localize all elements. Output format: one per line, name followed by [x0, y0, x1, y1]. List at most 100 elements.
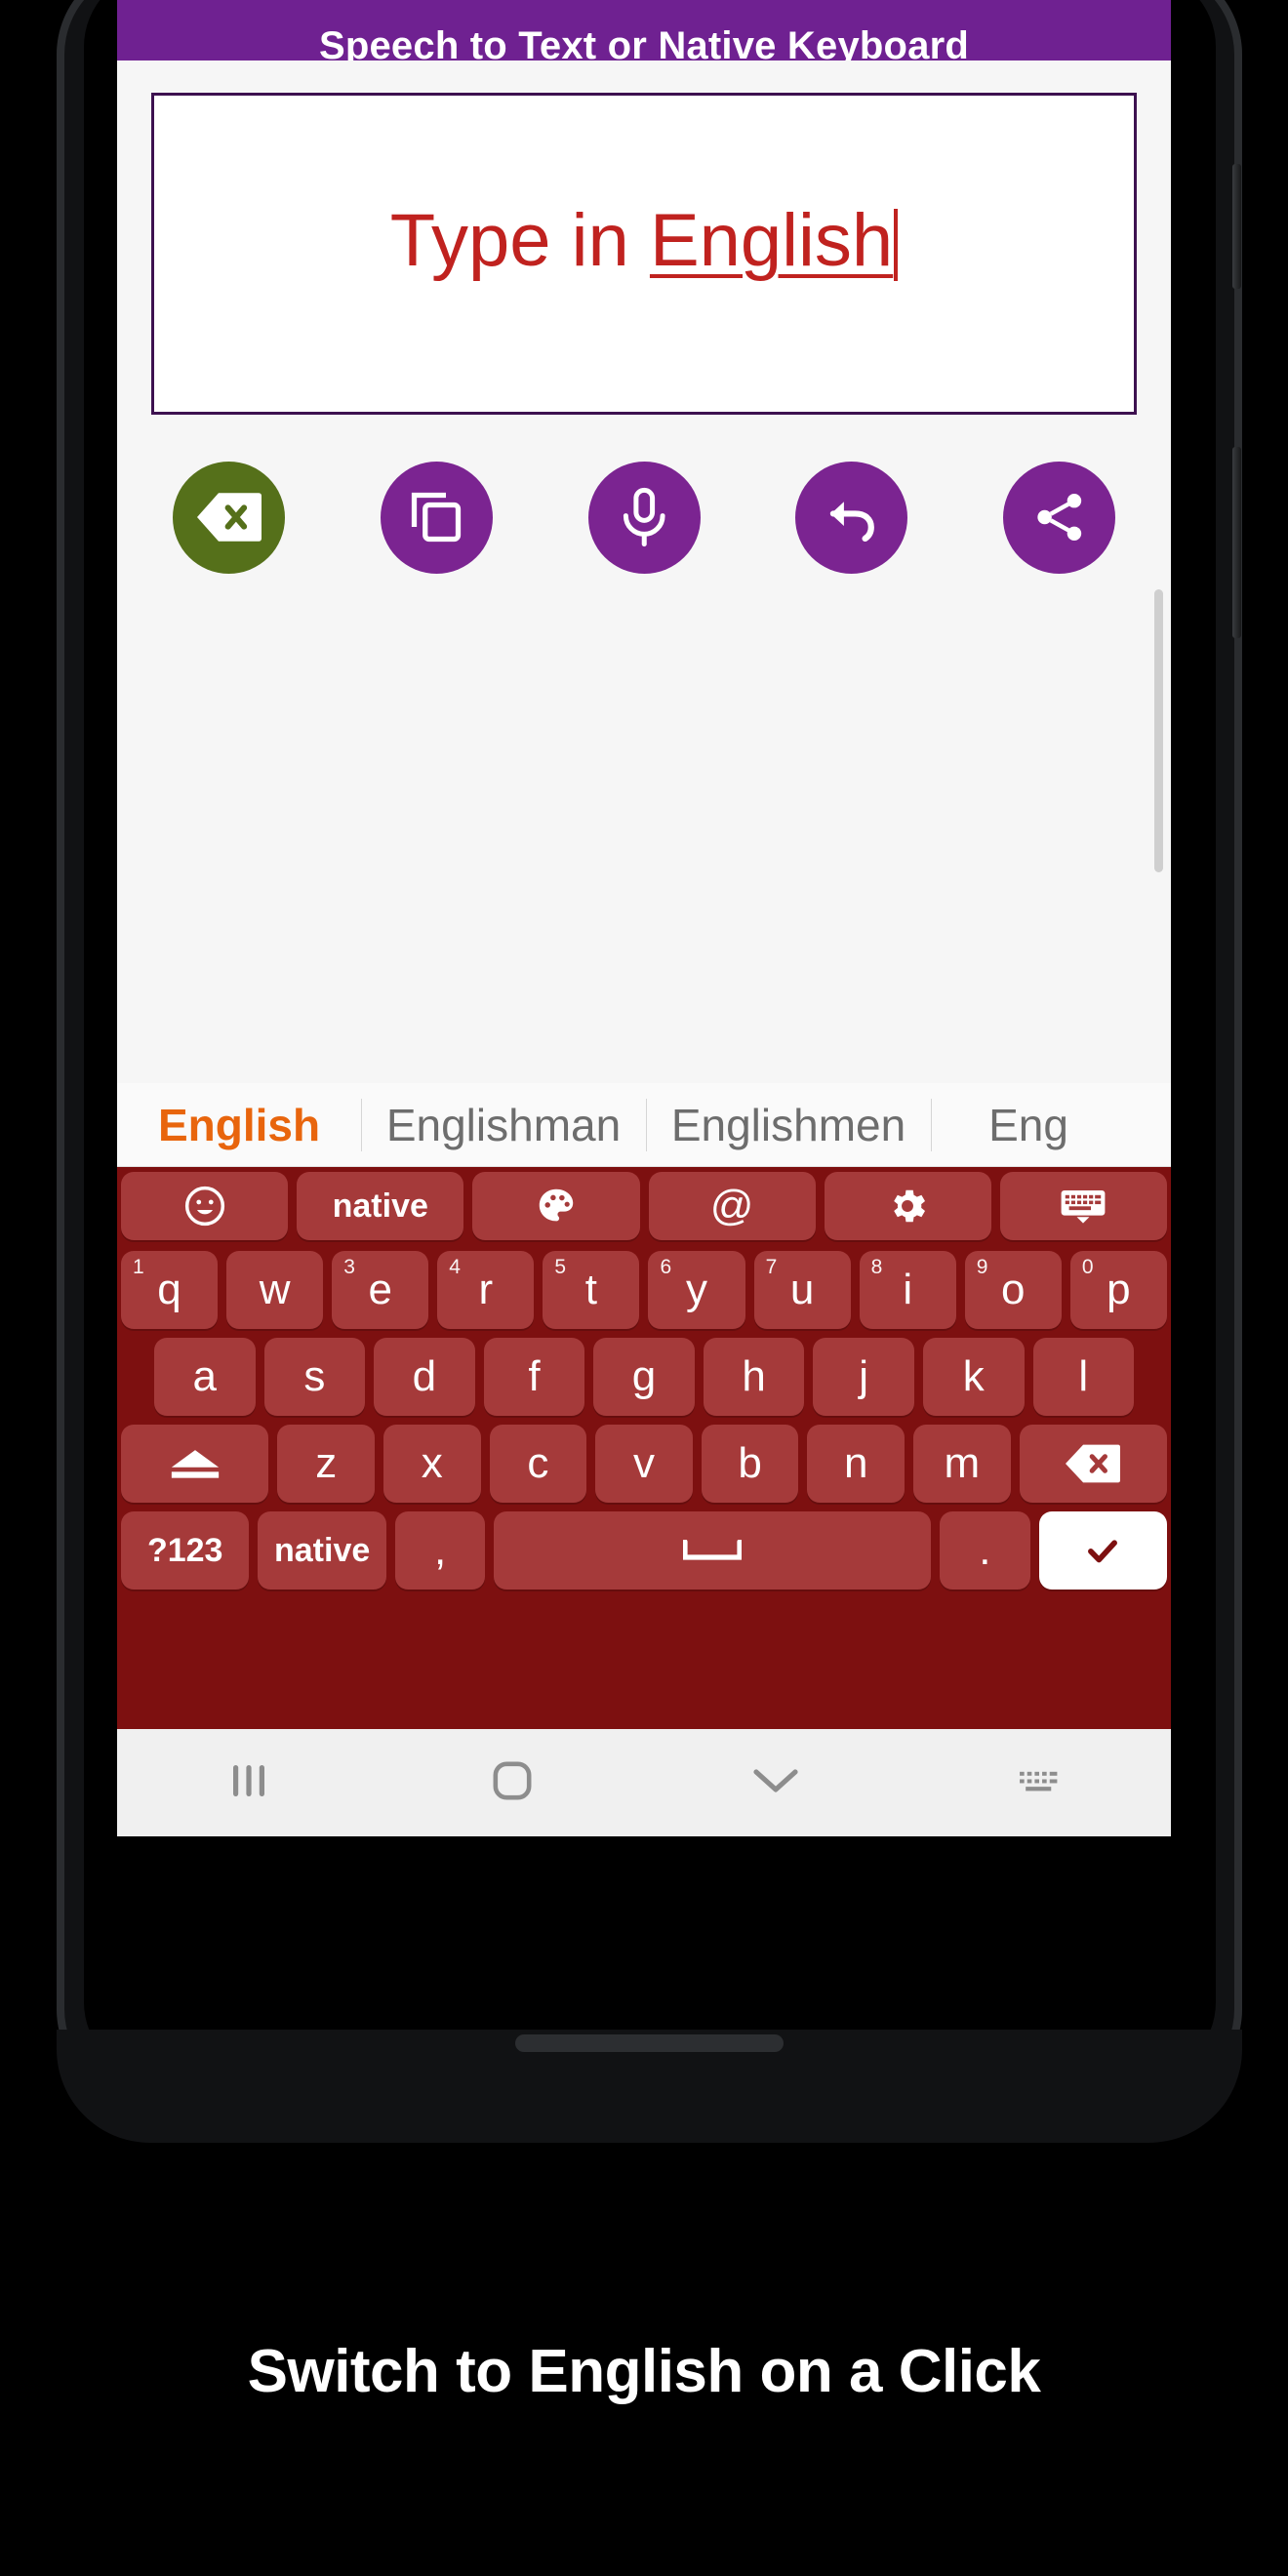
key-t-number: 5 [554, 1256, 567, 1278]
key-c[interactable]: c [489, 1425, 587, 1503]
keyboard-row-3: z x c v b n m [121, 1425, 1168, 1503]
suggestion-item-3[interactable]: Eng [931, 1083, 1126, 1166]
key-h[interactable]: h [703, 1338, 805, 1416]
key-keyboard-switch[interactable] [999, 1172, 1168, 1240]
microphone-icon [617, 487, 671, 547]
key-native-language[interactable]: native [297, 1172, 464, 1240]
undo-icon [822, 490, 882, 544]
key-o[interactable]: 9o [964, 1251, 1062, 1329]
key-i[interactable]: 8i [859, 1251, 956, 1329]
key-y-number: 6 [660, 1256, 672, 1278]
key-y-label: y [686, 1266, 708, 1313]
palette-icon [535, 1185, 578, 1228]
key-e-label: e [368, 1266, 392, 1313]
nav-keyboard[interactable] [907, 1765, 1171, 1801]
suggestion-item-0[interactable]: English [117, 1083, 361, 1166]
key-p-label: p [1107, 1266, 1131, 1313]
virtual-keyboard: native @ 1 q w 3 e 4 r 5 t 6 y 7 u 8 i 9… [117, 1167, 1171, 1729]
text-input-field[interactable]: Type in English [151, 93, 1137, 415]
chevron-down-icon [752, 1766, 799, 1800]
suggestion-strip: English Englishman Englishmen Eng [117, 1083, 1171, 1167]
phone-speaker-slot [515, 2034, 784, 2052]
key-q-label: q [157, 1266, 181, 1313]
key-space[interactable] [494, 1511, 932, 1590]
key-theme-palette[interactable] [472, 1172, 640, 1240]
key-y[interactable]: 6y [648, 1251, 745, 1329]
key-j[interactable]: j [813, 1338, 914, 1416]
key-d[interactable]: d [374, 1338, 475, 1416]
phone-screen: Speech to Text or Native Keyboard Type i… [117, 0, 1171, 1952]
action-button-row [151, 449, 1137, 585]
key-t-label: t [584, 1266, 598, 1313]
suggestion-item-2[interactable]: Englishmen [646, 1083, 931, 1166]
check-icon [1077, 1525, 1128, 1576]
share-button[interactable] [1003, 461, 1115, 574]
key-w-label: w [259, 1266, 291, 1313]
scrollbar-thumb[interactable] [1154, 589, 1163, 872]
key-g[interactable]: g [593, 1338, 695, 1416]
key-w[interactable]: w [226, 1251, 324, 1329]
home-icon [492, 1760, 533, 1806]
text-cursor [894, 209, 899, 281]
key-comma[interactable]: , [394, 1511, 486, 1590]
keyboard-row-2: a s d f g h j k l [121, 1338, 1167, 1416]
key-period[interactable]: . [940, 1511, 1030, 1590]
key-enter[interactable] [1038, 1511, 1168, 1590]
key-s[interactable]: s [263, 1338, 366, 1416]
key-f[interactable]: f [483, 1338, 585, 1416]
text-prefix: Type in [389, 199, 650, 282]
backspace-icon [196, 493, 262, 542]
microphone-button[interactable] [587, 461, 701, 574]
nav-back-down[interactable] [644, 1766, 907, 1800]
suggestion-item-1[interactable]: Englishman [361, 1083, 646, 1166]
key-a[interactable]: a [154, 1338, 256, 1416]
key-b[interactable]: b [701, 1425, 799, 1503]
keyboard-row-1: 1q w 3e 4r 5t 6y 7u 8i 9o 0p [121, 1251, 1167, 1329]
key-k[interactable]: k [922, 1338, 1025, 1416]
key-z[interactable]: z [277, 1425, 375, 1503]
key-v[interactable]: v [595, 1425, 693, 1503]
phone-side-button-lower[interactable] [1232, 447, 1241, 638]
phone-side-button-upper[interactable] [1232, 164, 1241, 289]
key-e[interactable]: 3e [332, 1251, 429, 1329]
nav-recents[interactable] [117, 1761, 381, 1805]
key-symbols[interactable]: ?123 [121, 1511, 250, 1590]
keyboard-dots-icon [1017, 1765, 1062, 1801]
key-u[interactable]: 7u [753, 1251, 851, 1329]
recents-icon [227, 1761, 270, 1805]
key-language-switch[interactable]: native [258, 1511, 386, 1590]
gear-icon [885, 1184, 930, 1228]
key-q-number: 1 [133, 1256, 144, 1278]
key-m[interactable]: m [913, 1425, 1011, 1503]
key-i-label: i [903, 1266, 913, 1313]
key-at-sign[interactable]: @ [648, 1172, 816, 1240]
nav-home[interactable] [381, 1760, 644, 1806]
share-icon [1032, 490, 1087, 544]
key-backspace[interactable] [1019, 1425, 1168, 1503]
key-emoji[interactable] [121, 1172, 289, 1240]
key-t[interactable]: 5t [543, 1251, 640, 1329]
keyboard-function-row: native @ [121, 1172, 1168, 1240]
text-underlined-word: English [649, 199, 894, 282]
key-r-label: r [478, 1266, 494, 1313]
key-l[interactable]: l [1032, 1338, 1135, 1416]
key-shift[interactable] [121, 1425, 269, 1503]
promo-caption: Switch to English on a Click [247, 2338, 1041, 2405]
android-navigation-bar [117, 1729, 1171, 1836]
screenshot-root: Speech to Text or Native Keyboard Type i… [0, 0, 1288, 2576]
key-x[interactable]: x [383, 1425, 481, 1503]
key-p[interactable]: 0p [1069, 1251, 1167, 1329]
screen-bottom-filler [117, 1836, 1171, 1952]
app-bar: Speech to Text or Native Keyboard [117, 0, 1171, 60]
key-r[interactable]: 4r [437, 1251, 535, 1329]
keyboard-row-4: ?123 native , . [121, 1511, 1168, 1590]
key-settings[interactable] [824, 1172, 991, 1240]
app-title: Speech to Text or Native Keyboard [318, 24, 970, 60]
key-n[interactable]: n [807, 1425, 906, 1503]
backspace-button[interactable] [173, 461, 285, 574]
undo-button[interactable] [795, 461, 908, 574]
key-q[interactable]: 1q [121, 1251, 219, 1329]
copy-button[interactable] [380, 461, 493, 574]
keyboard-icon [1060, 1188, 1107, 1224]
key-o-number: 9 [976, 1256, 988, 1278]
